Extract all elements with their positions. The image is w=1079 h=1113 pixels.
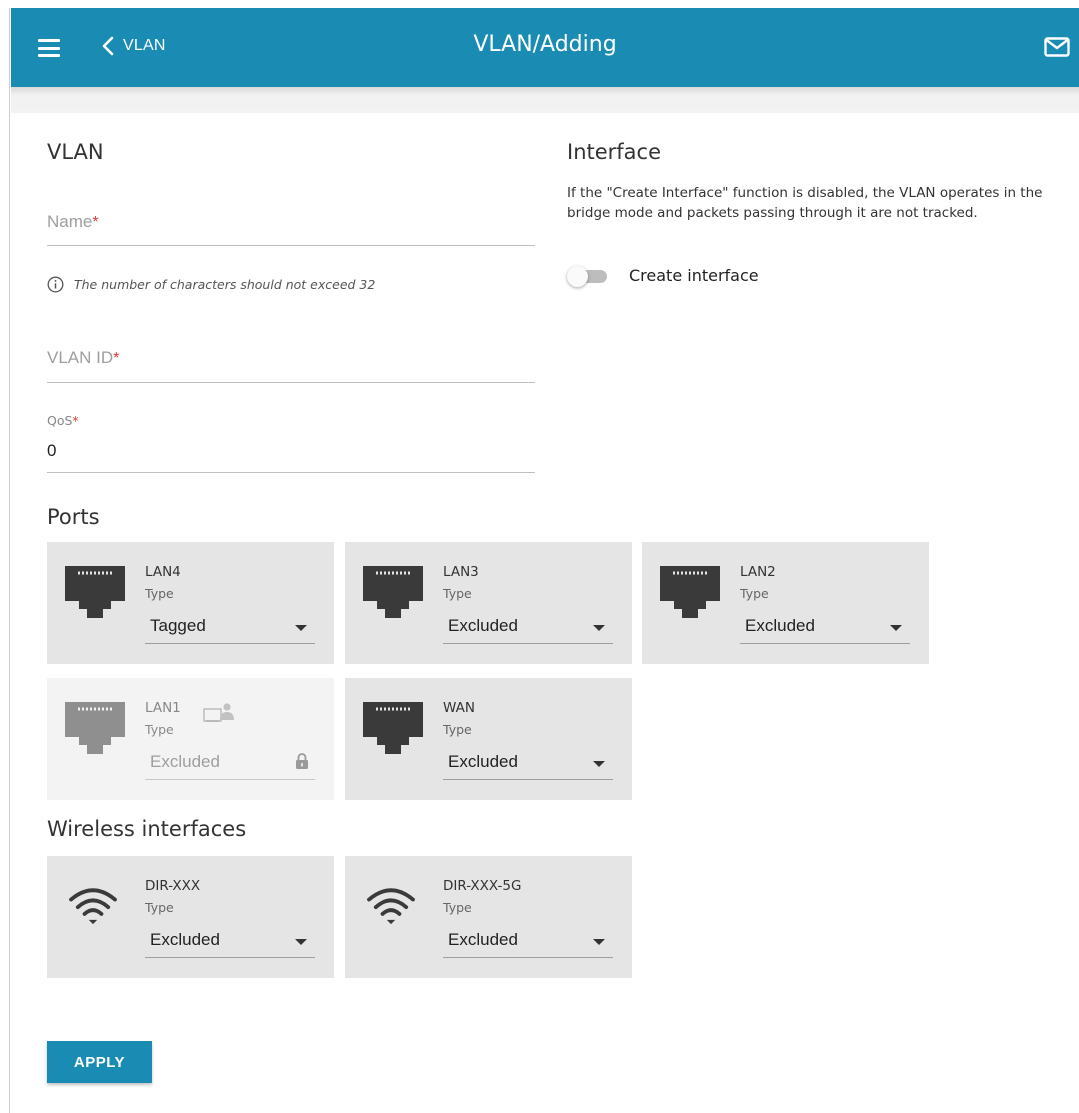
- port-card-lan1: LAN1 Type Excluded: [47, 678, 334, 800]
- port-card-lan4: LAN4 Type Tagged: [47, 542, 334, 664]
- info-icon: [47, 276, 64, 293]
- wireless-type-select[interactable]: Excluded: [145, 920, 315, 958]
- create-interface-label: Create interface: [629, 266, 759, 285]
- wireless-name: DIR-XXX-5G: [443, 878, 522, 894]
- type-label: Type: [145, 586, 174, 601]
- qos-label: QoS*: [47, 413, 79, 428]
- port-name: LAN1: [145, 700, 181, 716]
- type-label: Type: [740, 586, 769, 601]
- wifi-icon: [69, 888, 117, 925]
- caret-down-icon: [593, 939, 605, 945]
- ports-section-title: Ports: [47, 505, 100, 529]
- port-type-select[interactable]: Excluded: [443, 742, 613, 780]
- name-placeholder: Name: [47, 212, 93, 231]
- wireless-card-dir-xxx-5g: DIR-XXX-5G Type Excluded: [345, 856, 632, 978]
- port-type-value: Excluded: [448, 616, 518, 635]
- port-type-select: Excluded: [145, 742, 315, 780]
- caret-down-icon: [295, 625, 307, 631]
- port-card-lan3: LAN3 Type Excluded: [345, 542, 632, 664]
- qos-field[interactable]: [47, 432, 535, 473]
- ethernet-port-icon: [65, 702, 125, 754]
- port-name: LAN3: [443, 564, 479, 580]
- lock-icon: [296, 753, 308, 769]
- caret-down-icon: [593, 625, 605, 631]
- port-type-select[interactable]: Excluded: [740, 606, 910, 644]
- wireless-section-title: Wireless interfaces: [47, 817, 247, 841]
- port-name: LAN2: [740, 564, 776, 580]
- vlan-id-placeholder: VLAN ID: [47, 348, 114, 367]
- qos-label-text: QoS: [47, 413, 73, 428]
- apply-button[interactable]: APPLY: [47, 1041, 152, 1083]
- name-field[interactable]: Name*: [47, 212, 535, 246]
- ethernet-port-icon: [363, 566, 423, 618]
- port-type-value: Excluded: [745, 616, 815, 635]
- type-label: Type: [443, 586, 472, 601]
- caret-down-icon: [295, 939, 307, 945]
- top-bar: VLAN VLAN/Adding: [11, 8, 1079, 87]
- port-card-wan: WAN Type Excluded: [345, 678, 632, 800]
- create-interface-toggle[interactable]: [567, 264, 611, 288]
- wireless-type-select[interactable]: Excluded: [443, 920, 613, 958]
- type-label: Type: [443, 900, 472, 915]
- port-type-value: Tagged: [150, 616, 206, 635]
- port-type-select[interactable]: Tagged: [145, 606, 315, 644]
- wireless-name: DIR-XXX: [145, 878, 201, 894]
- vlan-id-field[interactable]: VLAN ID*: [47, 348, 535, 383]
- wireless-card-dir-xxx: DIR-XXX Type Excluded: [47, 856, 334, 978]
- ethernet-port-icon: [65, 566, 125, 618]
- caret-down-icon: [890, 625, 902, 631]
- port-type-value: Excluded: [448, 752, 518, 771]
- ethernet-port-icon: [363, 702, 423, 754]
- port-name: LAN4: [145, 564, 181, 580]
- name-hint-text: The number of characters should not exce…: [74, 277, 376, 292]
- port-name: WAN: [443, 700, 475, 716]
- wireless-type-value: Excluded: [150, 930, 220, 949]
- mail-icon[interactable]: [1044, 37, 1070, 57]
- page-title: VLAN/Adding: [473, 32, 617, 57]
- header-shadow: [11, 87, 1079, 113]
- vlan-section-title: VLAN: [47, 140, 104, 164]
- interface-section-title: Interface: [567, 140, 662, 164]
- name-required-mark: *: [92, 214, 99, 231]
- name-hint: The number of characters should not exce…: [47, 276, 375, 293]
- qos-required-mark: *: [72, 413, 79, 428]
- wireless-type-value: Excluded: [448, 930, 518, 949]
- port-card-lan2: LAN2 Type Excluded: [642, 542, 929, 664]
- vlan-id-required-mark: *: [113, 350, 120, 367]
- caret-down-icon: [593, 761, 605, 767]
- wifi-icon: [367, 888, 415, 925]
- type-label: Type: [443, 722, 472, 737]
- ethernet-port-icon: [660, 566, 720, 618]
- toggle-knob: [567, 266, 588, 287]
- port-type-select[interactable]: Excluded: [443, 606, 613, 644]
- port-type-value: Excluded: [150, 752, 220, 771]
- interface-description: If the "Create Interface" function is di…: [567, 185, 1043, 221]
- type-label: Type: [145, 900, 174, 915]
- qos-value[interactable]: 0: [47, 441, 56, 461]
- type-label: Type: [145, 722, 174, 737]
- admin-user-icon: [203, 703, 234, 722]
